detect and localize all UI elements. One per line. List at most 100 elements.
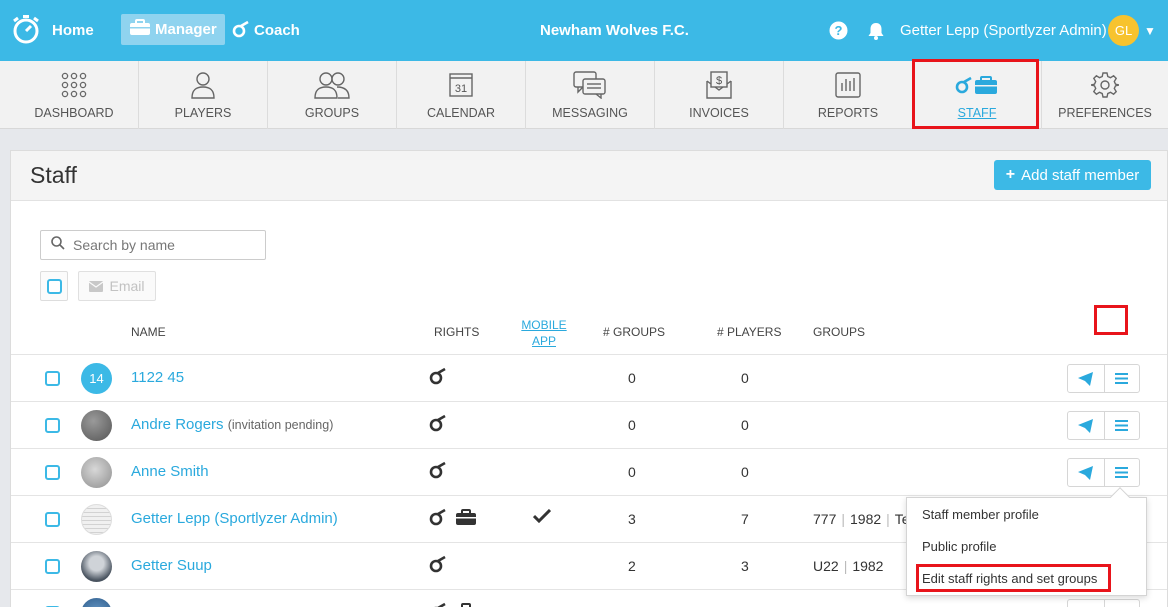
menu-item-public-profile[interactable]: Public profile bbox=[922, 539, 996, 554]
groups-count: 0 bbox=[628, 370, 636, 386]
search-input[interactable] bbox=[73, 237, 263, 253]
players-count: 0 bbox=[741, 370, 749, 386]
group-name[interactable]: 1982 bbox=[850, 511, 881, 527]
hamburger-icon bbox=[1115, 420, 1129, 431]
row-actions bbox=[1067, 458, 1140, 487]
send-message-button[interactable] bbox=[1068, 600, 1104, 607]
group-name[interactable]: U22 bbox=[813, 558, 839, 574]
invitation-note: (invitation pending) bbox=[227, 418, 334, 432]
nav-players[interactable]: PLAYERS bbox=[139, 61, 268, 129]
avatar bbox=[81, 598, 112, 607]
staff-name-link[interactable]: Andre Rogers (invitation pending) bbox=[131, 416, 333, 433]
nav-staff[interactable]: STAFF bbox=[913, 61, 1042, 129]
grid-icon bbox=[61, 70, 87, 100]
rights-icons bbox=[429, 461, 455, 479]
help-icon[interactable]: ? bbox=[829, 0, 848, 61]
bell-icon[interactable] bbox=[866, 0, 886, 61]
group-list: 777 | 1982 | Te bbox=[813, 511, 910, 527]
row-checkbox[interactable] bbox=[45, 512, 60, 527]
user-avatar[interactable]: GL bbox=[1108, 15, 1139, 46]
caret-down-icon[interactable]: ▼ bbox=[1144, 0, 1156, 61]
column-rights: RIGHTS bbox=[434, 325, 480, 339]
column-mobile-app[interactable]: MOBILE APP bbox=[521, 317, 567, 349]
nav-label: DASHBOARD bbox=[34, 106, 114, 120]
row-actions bbox=[1067, 364, 1140, 393]
whistle-icon bbox=[429, 367, 447, 385]
add-staff-label: Add staff member bbox=[1021, 166, 1140, 184]
group-list: U22 | 1982 bbox=[813, 558, 884, 574]
nav-label: CALENDAR bbox=[426, 106, 496, 120]
whistle-icon bbox=[429, 602, 447, 607]
players-count: 7 bbox=[741, 511, 749, 527]
home-link[interactable]: Home bbox=[10, 0, 94, 61]
avatar bbox=[81, 410, 112, 441]
nav-label: GROUPS bbox=[304, 106, 360, 120]
hamburger-icon bbox=[1115, 467, 1129, 478]
row-menu-button[interactable] bbox=[1103, 600, 1140, 607]
gear-icon bbox=[1091, 70, 1119, 100]
nav-groups[interactable]: GROUPS bbox=[268, 61, 397, 129]
group-name[interactable]: 1982 bbox=[852, 558, 883, 574]
nav-label: PLAYERS bbox=[174, 106, 232, 120]
email-button[interactable]: Email bbox=[78, 271, 156, 301]
row-menu-button[interactable] bbox=[1103, 412, 1140, 439]
whistle-icon bbox=[232, 20, 250, 42]
avatar bbox=[81, 504, 112, 535]
people-icon bbox=[313, 70, 351, 100]
paper-plane-icon bbox=[1078, 371, 1094, 386]
players-count: 0 bbox=[741, 464, 749, 480]
nav-label: MESSAGING bbox=[552, 106, 628, 120]
briefcase-icon bbox=[455, 508, 477, 526]
nav-dashboard[interactable]: DASHBOARD bbox=[10, 61, 139, 129]
whistle-icon bbox=[429, 555, 447, 573]
whistle-icon bbox=[429, 414, 447, 432]
envelope-icon bbox=[89, 280, 104, 292]
hamburger-icon bbox=[1115, 373, 1129, 384]
search-icon bbox=[51, 235, 65, 255]
nav-messaging[interactable]: MESSAGING bbox=[526, 61, 655, 129]
staff-name-link[interactable]: 1122 45 bbox=[131, 369, 184, 386]
top-bar: Home Manager Coach Newham Wolves F.C. ? … bbox=[0, 0, 1168, 61]
paper-plane-icon bbox=[1078, 465, 1094, 480]
staff-name-link[interactable]: Anne Smith bbox=[131, 463, 209, 480]
row-checkbox[interactable] bbox=[45, 418, 60, 433]
add-staff-button[interactable]: + Add staff member bbox=[994, 160, 1151, 190]
select-all-checkbox[interactable] bbox=[40, 271, 68, 301]
row-checkbox[interactable] bbox=[45, 371, 60, 386]
menu-item-staff-profile[interactable]: Staff member profile bbox=[922, 507, 1039, 522]
column-groups-count: # GROUPS bbox=[603, 325, 666, 339]
table-row: Andre Rogers (invitation pending) 0 0 bbox=[11, 401, 1167, 448]
user-menu[interactable]: Getter Lepp (Sportlyzer Admin) bbox=[900, 0, 1107, 61]
groups-count: 0 bbox=[628, 417, 636, 433]
invoice-icon: $ bbox=[706, 70, 732, 100]
main-nav: DASHBOARD PLAYERS GROUPS 31 CALENDAR MES… bbox=[0, 61, 1168, 129]
send-message-button[interactable] bbox=[1068, 365, 1104, 392]
row-menu-button[interactable] bbox=[1103, 459, 1140, 486]
send-message-button[interactable] bbox=[1068, 412, 1104, 439]
nav-label: INVOICES bbox=[689, 106, 749, 120]
staff-name-link[interactable]: Getter Lepp (Sportlyzer Admin) bbox=[131, 510, 338, 527]
nav-reports[interactable]: REPORTS bbox=[784, 61, 913, 129]
checkbox[interactable] bbox=[46, 278, 62, 294]
avatar: 14 bbox=[81, 363, 112, 394]
row-checkbox[interactable] bbox=[45, 465, 60, 480]
group-name[interactable]: 777 bbox=[813, 511, 836, 527]
nav-invoices[interactable]: $ INVOICES bbox=[655, 61, 784, 129]
svg-text:31: 31 bbox=[455, 83, 467, 95]
nav-preferences[interactable]: PREFERENCES bbox=[1042, 61, 1168, 129]
send-message-button[interactable] bbox=[1068, 459, 1104, 486]
briefcase-icon bbox=[455, 602, 477, 607]
menu-item-edit-rights[interactable]: Edit staff rights and set groups bbox=[922, 571, 1097, 586]
coach-tab[interactable]: Coach bbox=[232, 0, 300, 61]
home-label: Home bbox=[52, 22, 94, 39]
manager-label: Manager bbox=[155, 21, 217, 38]
staff-name-link[interactable]: Getter Suup bbox=[131, 557, 212, 574]
search-box[interactable] bbox=[40, 230, 266, 260]
column-name[interactable]: NAME bbox=[131, 325, 166, 339]
plus-icon: + bbox=[1005, 166, 1016, 183]
nav-calendar[interactable]: 31 CALENDAR bbox=[397, 61, 526, 129]
whistle-icon bbox=[429, 461, 447, 479]
row-checkbox[interactable] bbox=[45, 559, 60, 574]
row-menu-button[interactable] bbox=[1103, 365, 1140, 392]
manager-tab[interactable]: Manager bbox=[121, 14, 225, 45]
